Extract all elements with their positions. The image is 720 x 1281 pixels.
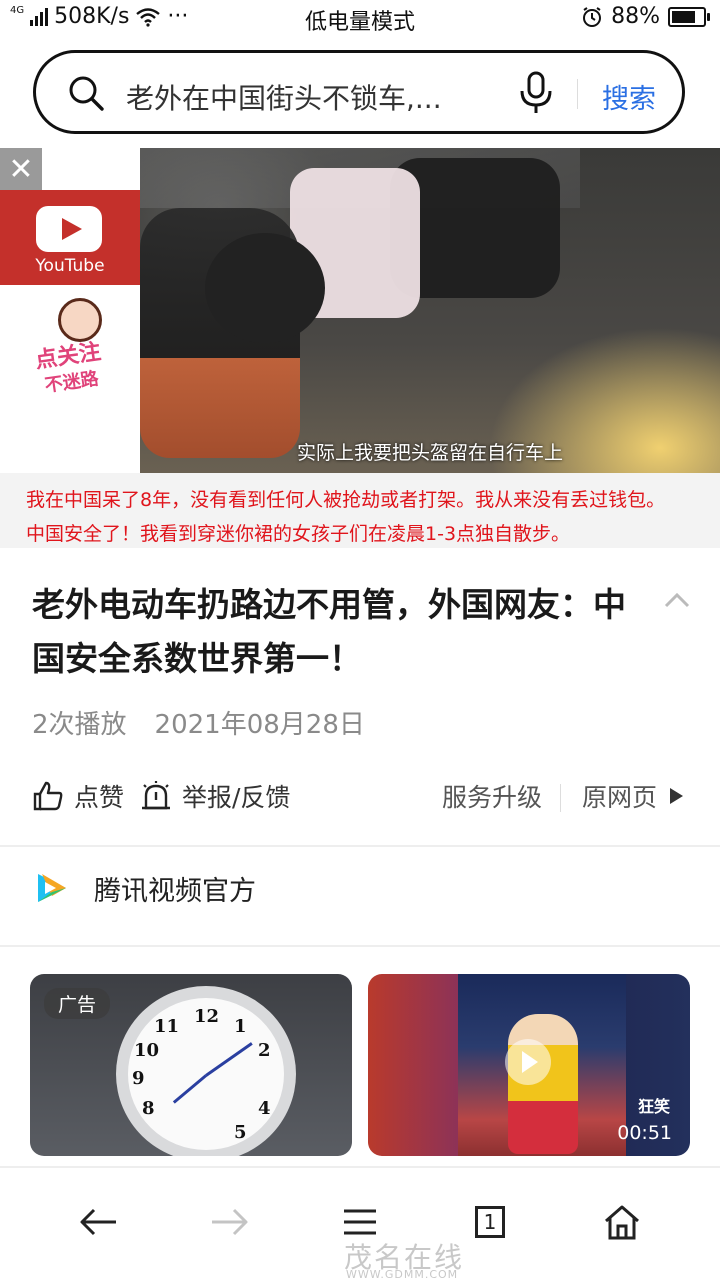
original-page-label: 原网页 (582, 783, 658, 812)
service-upgrade-link[interactable]: 服务升级 (442, 778, 542, 814)
like-label: 点赞 (74, 783, 125, 812)
video-player[interactable]: 实际上我要把头盔留在自行车上 ✕ YouTube 点关注 不迷路 我在中国呆了8… (0, 148, 720, 548)
tencent-video-logo-icon (38, 874, 66, 902)
publish-date: 2021年08月28日 (154, 710, 365, 740)
action-bar: 点赞 举报/反馈 服务升级 原网页 (32, 778, 688, 818)
close-icon[interactable]: ✕ (0, 148, 42, 190)
tab-count: 1 (475, 1206, 505, 1238)
bottom-nav: 1 茂名在线 WWW.GDMM.COM (0, 1166, 720, 1281)
video-comment-overlay: 我在中国呆了8年，没有看到任何人被抢劫或者打架。我从来没有丢过钱包。 中国安全了… (0, 473, 720, 548)
divider (0, 845, 720, 847)
video-side-panel: ✕ YouTube 点关注 不迷路 (0, 148, 140, 473)
video-card[interactable]: 狂笑 00:51 (368, 974, 690, 1156)
report-label: 举报/反馈 (182, 783, 291, 812)
back-button[interactable] (76, 1200, 120, 1244)
home-button[interactable] (600, 1200, 644, 1244)
channel-name: 腾讯视频官方 (94, 875, 256, 907)
chevron-up-icon[interactable] (664, 590, 690, 610)
watch-face: 12 1 2 11 10 9 8 4 5 (128, 998, 284, 1150)
microphone-icon[interactable] (518, 71, 554, 115)
ad-card[interactable]: 12 1 2 11 10 9 8 4 5 广告 (30, 974, 352, 1156)
comment-text: 我在中国呆了8年，没有看到任何人被抢劫或者打架。我从来没有丢过钱包。 (26, 489, 666, 511)
thumbnail-figure (508, 1014, 578, 1154)
thumbs-up-icon (33, 781, 63, 811)
youtube-label: YouTube (35, 256, 105, 276)
play-icon[interactable] (505, 1039, 551, 1085)
cartoon-face-icon (58, 298, 102, 342)
video-duration: 00:51 (617, 1122, 672, 1144)
comment-text: 中国安全了！我看到穿迷你裙的女孩子们在凌晨1-3点独自散步。 (26, 523, 571, 545)
play-icon (62, 218, 82, 240)
channel-row[interactable]: 腾讯视频官方 (32, 868, 256, 908)
search-button[interactable]: 搜索 (602, 77, 656, 116)
video-title: 老外电动车扔路边不用管，外国网友：中国安全系数世界第一！ (32, 585, 626, 678)
alert-icon (142, 781, 170, 810)
search-icon[interactable] (66, 73, 106, 113)
original-page-link[interactable]: 原网页 (582, 778, 685, 814)
arrow-left-icon (80, 1208, 116, 1236)
play-count: 2次播放 (32, 710, 127, 740)
action-divider (560, 784, 561, 812)
search-divider (577, 79, 578, 109)
arrow-right-icon (212, 1208, 248, 1236)
like-button[interactable]: 点赞 (32, 778, 124, 814)
home-icon (605, 1205, 639, 1240)
youtube-badge: YouTube (0, 190, 140, 285)
alarm-icon (583, 6, 602, 27)
divider (0, 945, 720, 947)
watch-hand (172, 1074, 207, 1104)
menu-icon (344, 1209, 376, 1235)
thumbnail-watermark: 狂笑 (638, 1097, 671, 1116)
report-button[interactable]: 举报/反馈 (140, 778, 290, 814)
follow-sticker: 点关注 不迷路 (5, 336, 135, 405)
ad-badge: 广告 (44, 988, 111, 1019)
battery-icon (668, 6, 710, 27)
video-scene-helmet (205, 233, 325, 343)
youtube-icon (36, 206, 102, 252)
forward-button[interactable] (208, 1200, 252, 1244)
search-input[interactable]: 老外在中国街头不锁车,... (126, 77, 486, 117)
video-meta: 2次播放 2021年08月28日 (32, 704, 365, 741)
video-subtitle: 实际上我要把头盔留在自行车上 (296, 442, 563, 464)
tabs-button[interactable]: 1 (468, 1200, 512, 1244)
play-triangle-icon (670, 788, 684, 804)
battery-percent: 88% (611, 4, 660, 29)
watch-image: 12 1 2 11 10 9 8 4 5 (116, 986, 296, 1156)
status-right: 88% (581, 4, 710, 29)
battery-level (672, 10, 695, 23)
search-bar[interactable]: 老外在中国街头不锁车,... 搜索 (33, 50, 685, 134)
watch-hand (205, 1042, 253, 1077)
status-bar: 4G 508K/s ··· 低电量模式 88% (0, 0, 720, 36)
site-url: WWW.GDMM.COM (346, 1268, 459, 1281)
